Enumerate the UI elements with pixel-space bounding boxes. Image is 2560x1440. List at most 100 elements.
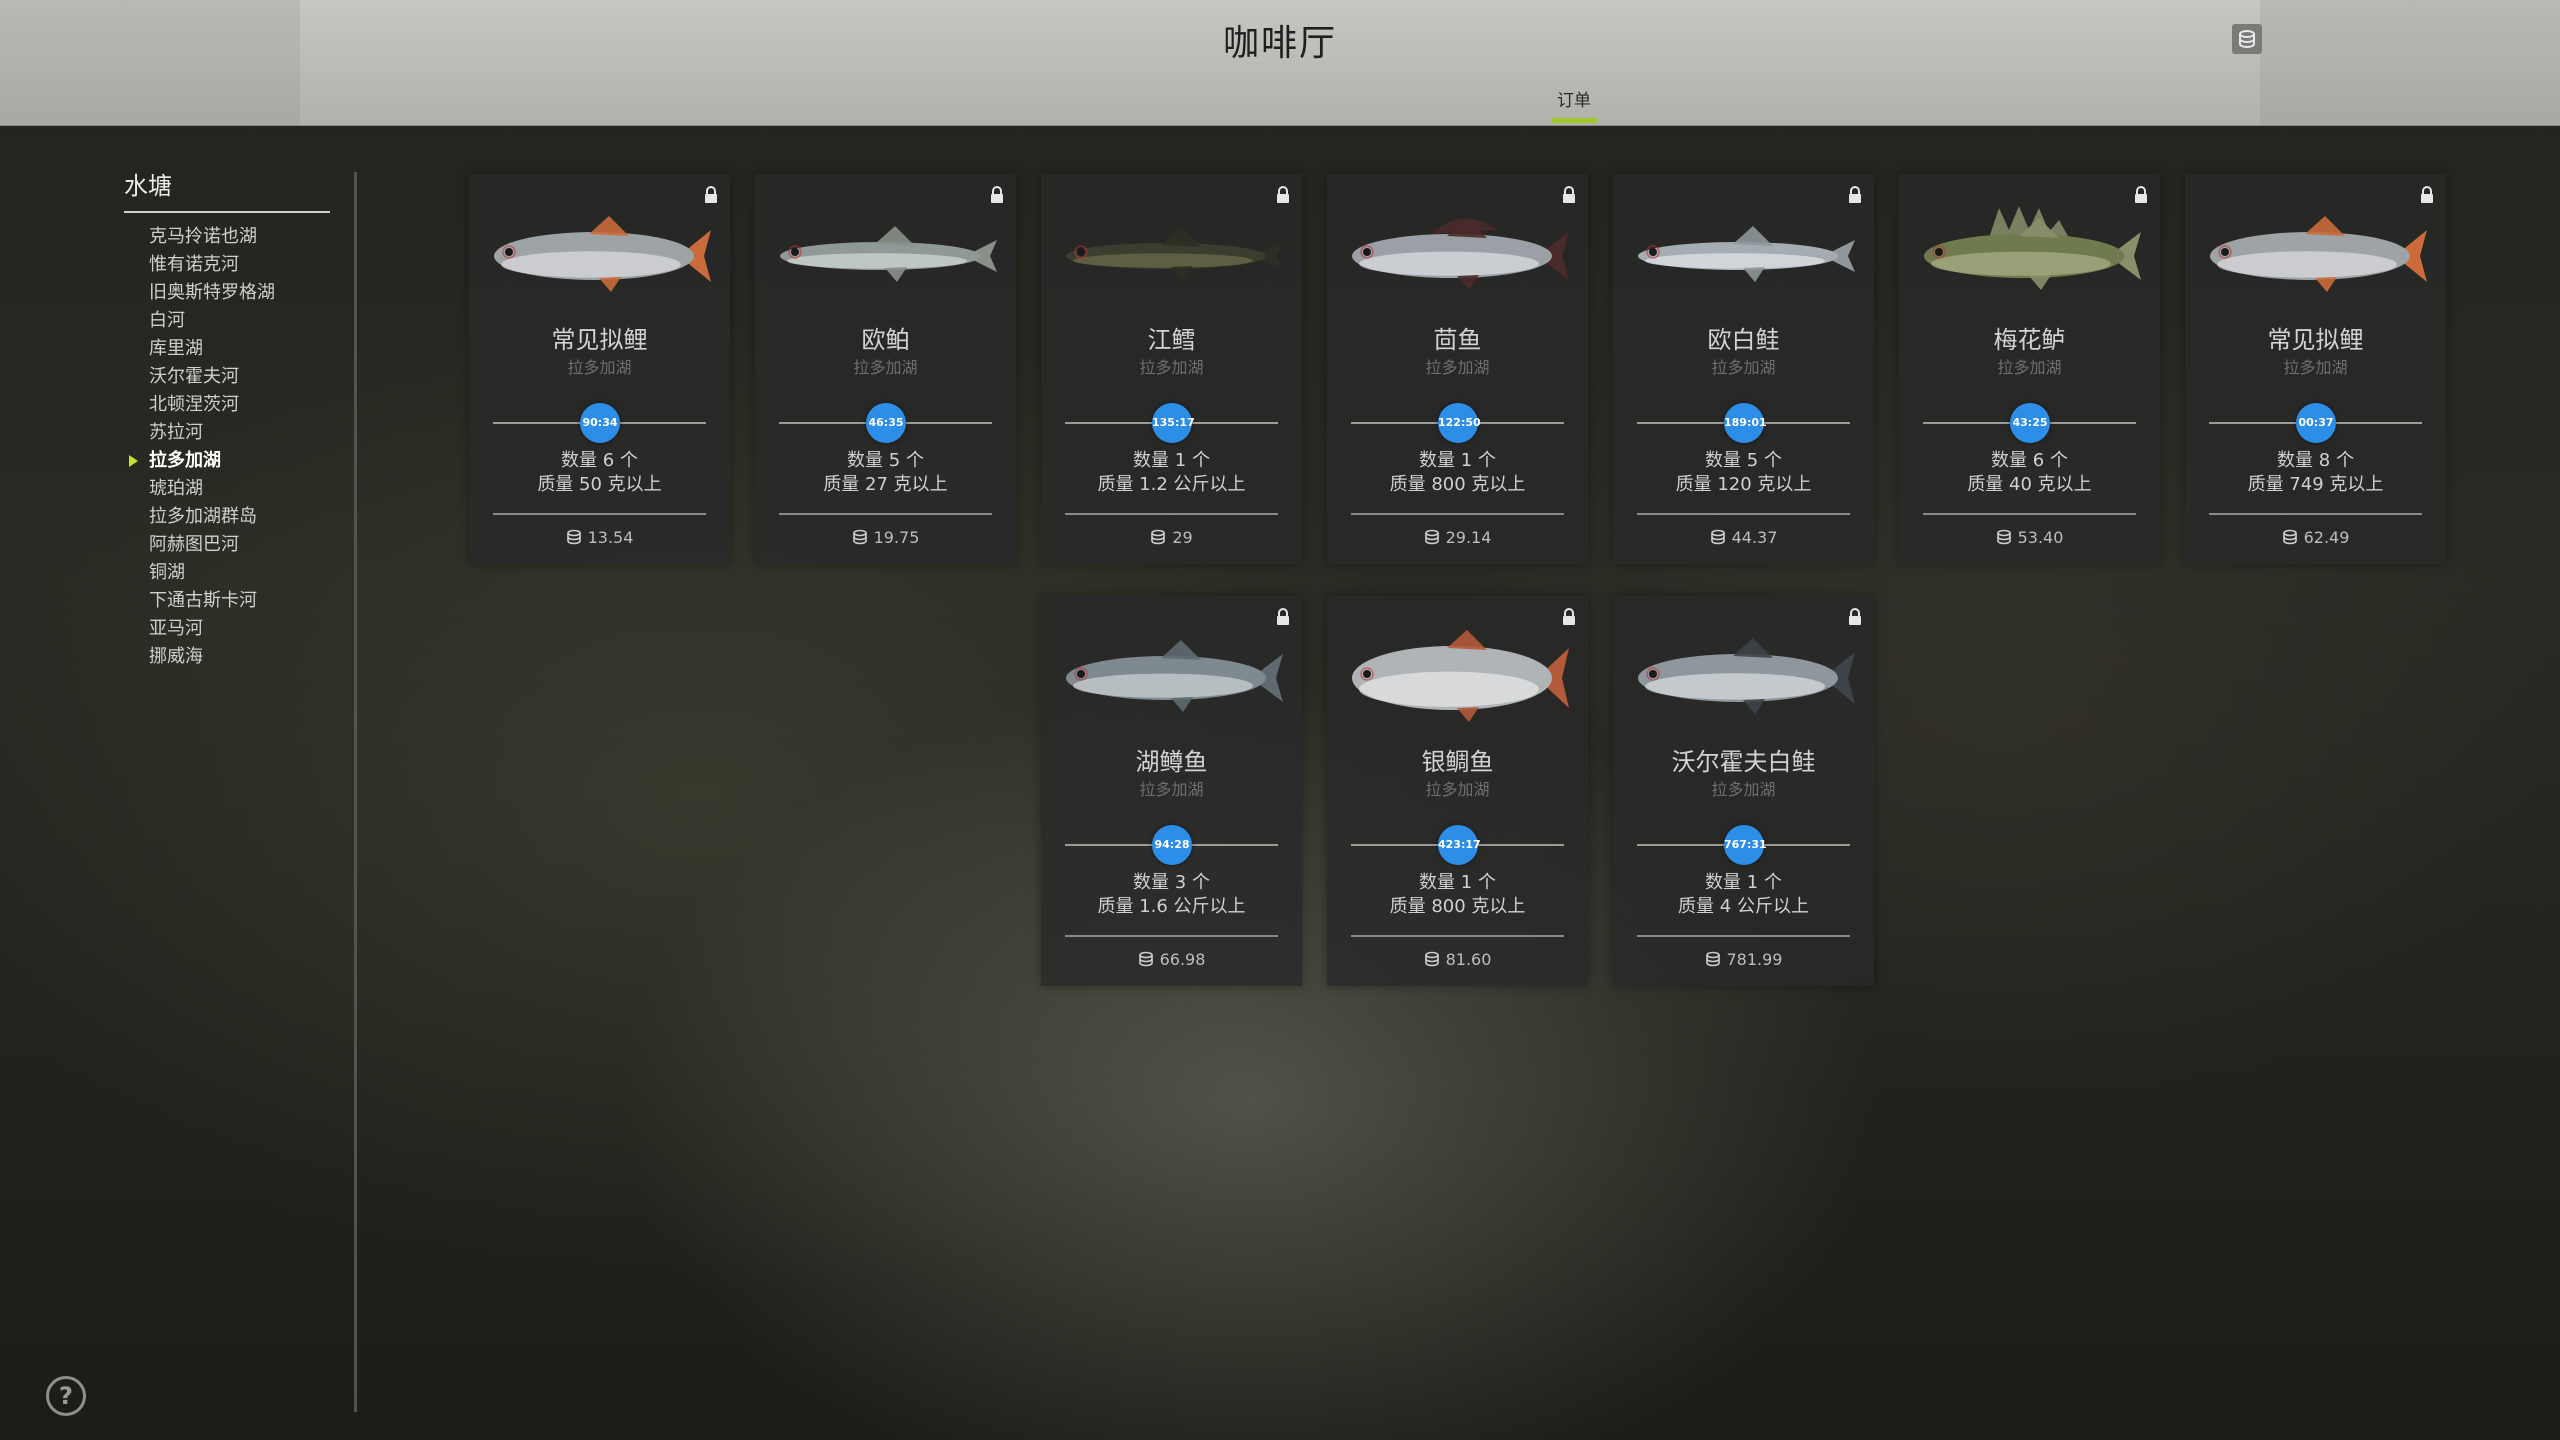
grayling-fish-icon (1337, 200, 1578, 310)
order-card[interactable]: 银鲷鱼 拉多加湖 423:17 数量 1 个 质量 800 克以上 81.60 (1327, 596, 1588, 986)
reward-value: 81.60 (1445, 950, 1492, 969)
sidebar-item[interactable]: 琥珀湖 (149, 478, 275, 506)
order-reward: 66.98 (1041, 950, 1302, 969)
sidebar-item[interactable]: 旧奥斯特罗格湖 (149, 282, 275, 310)
coin-icon (1705, 950, 1727, 969)
order-weight: 质量 800 克以上 (1389, 474, 1526, 495)
order-card[interactable]: 江鳕 拉多加湖 135:17 数量 1 个 质量 1.2 公斤以上 29 (1041, 174, 1302, 564)
top-bar: 咖啡厅 订单 (0, 0, 2560, 126)
roach-fish-icon (479, 200, 720, 310)
coin-icon (566, 528, 588, 547)
fish-location: 拉多加湖 (1425, 780, 1490, 799)
ruffe-fish-icon (1909, 200, 2150, 310)
fish-name: 江鳕 (1147, 326, 1196, 354)
coin-icon (1138, 950, 1160, 969)
reward-value: 13.54 (587, 528, 634, 547)
sidebar-item[interactable]: 苏拉河 (149, 422, 275, 450)
order-quantity: 数量 5 个 (847, 450, 924, 471)
coin-icon (1710, 528, 1732, 547)
order-quantity: 数量 6 个 (561, 450, 638, 471)
timer-badge: 189:01 (1724, 403, 1767, 443)
fish-location: 拉多加湖 (1711, 780, 1776, 799)
reward-value: 781.99 (1726, 950, 1783, 969)
sidebar-item[interactable]: 惟有诺克河 (149, 254, 275, 282)
order-reward: 53.40 (1899, 528, 2160, 547)
order-card[interactable]: 沃尔霍夫白鲑 拉多加湖 767:31 数量 1 个 质量 4 公斤以上 781.… (1613, 596, 1874, 986)
order-card[interactable]: 梅花鲈 拉多加湖 43:25 数量 6 个 质量 40 克以上 53.40 (1899, 174, 2160, 564)
fish-name: 湖鳟鱼 (1135, 748, 1208, 776)
timer-badge: 767:31 (1724, 825, 1767, 865)
sidebar-item[interactable]: 克马拎诺也湖 (149, 226, 275, 254)
fish-name: 欧白鲑 (1707, 326, 1780, 354)
help-icon[interactable]: ? (46, 1376, 86, 1416)
reward-value: 62.49 (2303, 528, 2350, 547)
order-card[interactable]: 欧白鲑 拉多加湖 189:01 数量 5 个 质量 120 克以上 44.37 (1613, 174, 1874, 564)
card-divider (1065, 935, 1278, 937)
timer-badge: 90:34 (580, 403, 620, 443)
sidebar-item[interactable]: 亚马河 (149, 618, 275, 646)
order-reward: 62.49 (2185, 528, 2446, 547)
order-weight: 质量 120 克以上 (1675, 474, 1812, 495)
reward-value: 44.37 (1731, 528, 1778, 547)
coin-icon (1150, 528, 1172, 547)
order-reward: 29 (1041, 528, 1302, 547)
card-divider (1637, 935, 1850, 937)
fish-location: 拉多加湖 (1997, 358, 2062, 377)
timer-badge: 122:50 (1438, 403, 1481, 443)
sidebar-item[interactable]: 铜湖 (149, 562, 275, 590)
order-weight: 质量 1.2 公斤以上 (1097, 474, 1246, 495)
order-card[interactable]: 茴鱼 拉多加湖 122:50 数量 1 个 质量 800 克以上 29.14 (1327, 174, 1588, 564)
coin-icon (2282, 528, 2304, 547)
sidebar-divider-line (124, 211, 330, 213)
order-weight: 质量 4 公斤以上 (1678, 896, 1809, 917)
wallet-icon[interactable] (2232, 24, 2262, 54)
order-quantity: 数量 3 个 (1133, 872, 1210, 893)
reward-value: 53.40 (2017, 528, 2064, 547)
sidebar-item[interactable]: 阿赫图巴河 (149, 534, 275, 562)
card-divider (779, 513, 992, 515)
sidebar-item[interactable]: 拉多加湖群岛 (149, 506, 275, 534)
coin-icon (1424, 950, 1446, 969)
timer-badge: 94:28 (1152, 825, 1192, 865)
order-reward: 29.14 (1327, 528, 1588, 547)
sidebar-item[interactable]: 白河 (149, 310, 275, 338)
order-card[interactable]: 欧鲌 拉多加湖 46:35 数量 5 个 质量 27 克以上 19.75 (755, 174, 1016, 564)
order-card[interactable]: 常见拟鲤 拉多加湖 90:34 数量 6 个 质量 50 克以上 13.54 (469, 174, 730, 564)
sidebar-item[interactable]: 挪威海 (149, 646, 275, 674)
sidebar-title: 水塘 (124, 172, 172, 200)
fish-location: 拉多加湖 (1139, 358, 1204, 377)
order-weight: 质量 749 克以上 (2247, 474, 2384, 495)
order-quantity: 数量 8 个 (2277, 450, 2354, 471)
timer-badge: 46:35 (866, 403, 906, 443)
card-divider (1065, 513, 1278, 515)
burbot-fish-icon (1051, 200, 1292, 310)
order-reward: 81.60 (1327, 950, 1588, 969)
order-card[interactable]: 湖鳟鱼 拉多加湖 94:28 数量 3 个 质量 1.6 公斤以上 66.98 (1041, 596, 1302, 986)
fish-location: 拉多加湖 (1711, 358, 1776, 377)
order-weight: 质量 50 克以上 (537, 474, 662, 495)
lake-trout-fish-icon (1051, 622, 1292, 732)
timer-badge: 135:17 (1152, 403, 1195, 443)
fish-name: 银鲷鱼 (1421, 748, 1494, 776)
order-quantity: 数量 1 个 (1133, 450, 1210, 471)
roach-fish-icon (2195, 200, 2436, 310)
waterbody-list: 克马拎诺也湖 惟有诺克河 旧奥斯特罗格湖 白河 库里湖 沃尔霍夫河 北顿涅茨河 苏拉河 拉多加湖… (129, 226, 275, 674)
order-weight: 质量 1.6 公斤以上 (1097, 896, 1246, 917)
order-card[interactable]: 常见拟鲤 拉多加湖 00:37 数量 8 个 质量 749 克以上 62.49 (2185, 174, 2446, 564)
tab-orders[interactable]: 订单 (1550, 86, 1598, 111)
card-divider (1637, 513, 1850, 515)
order-quantity: 数量 1 个 (1419, 450, 1496, 471)
vendace-fish-icon (1623, 200, 1864, 310)
order-quantity: 数量 6 个 (1991, 450, 2068, 471)
sidebar-scrollbar[interactable] (354, 172, 357, 1412)
coin-icon (1996, 528, 2018, 547)
volkhov-whitefish-fish-icon (1623, 622, 1864, 732)
sidebar-item[interactable]: 沃尔霍夫河 (149, 366, 275, 394)
reward-value: 29 (1172, 528, 1193, 547)
sidebar-item[interactable]: 下通古斯卡河 (149, 590, 275, 618)
sidebar-item[interactable]: 北顿涅茨河 (149, 394, 275, 422)
reward-value: 19.75 (873, 528, 920, 547)
bleak-fish-icon (765, 200, 1006, 310)
sidebar-item[interactable]: 拉多加湖 (129, 450, 275, 478)
sidebar-item[interactable]: 库里湖 (149, 338, 275, 366)
